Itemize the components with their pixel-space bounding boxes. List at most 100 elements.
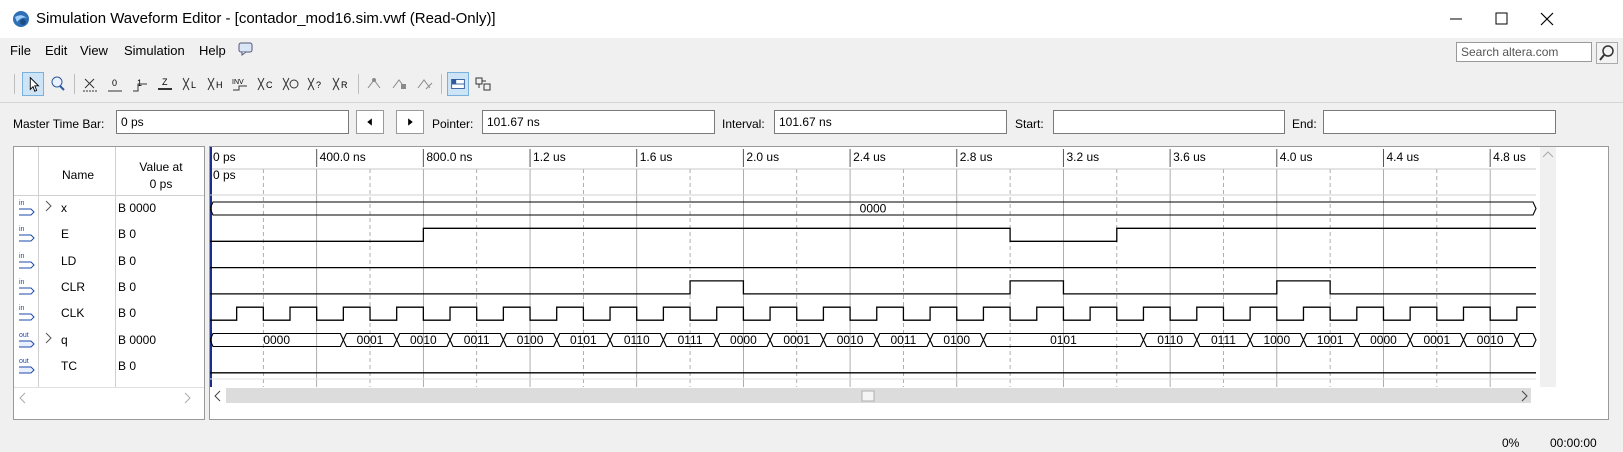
scroll-left-icon[interactable] [18, 391, 28, 405]
wave-q-value: 1000 [1263, 333, 1290, 347]
arbitrary-value-icon[interactable]: R [330, 72, 352, 96]
progress-percent: 0% [1502, 436, 1520, 450]
weak-high-icon[interactable]: H [205, 72, 227, 96]
invert-icon[interactable]: INV [230, 72, 252, 96]
horizontal-scrollbar[interactable] [226, 388, 1531, 403]
forcing-unknown-icon[interactable] [80, 72, 102, 96]
time-axis-label: 1.2 us [533, 150, 566, 164]
waveform-canvas[interactable]: 0 ps 400.0 ns 800.0 ns 1.2 us 1.6 us 2.0 us 2.… [210, 147, 1608, 419]
waveform-pane[interactable]: 0 ps 400.0 ns 800.0 ns 1.2 us 1.6 us 2.0 us 2.… [209, 146, 1609, 420]
time-axis-label: 3.2 us [1066, 150, 1099, 164]
signal-value: B 0 [118, 306, 137, 321]
svg-text:H: H [216, 80, 223, 90]
next-transition-icon[interactable] [396, 110, 424, 134]
maximize-icon[interactable] [1478, 6, 1524, 32]
wave-q-value: 0011 [464, 333, 490, 347]
signal-name: LD [61, 253, 77, 268]
expand-chevron-icon[interactable] [42, 330, 54, 346]
toolbar-separator [74, 74, 75, 94]
wave-q-value: 0010 [837, 333, 864, 347]
group-view-icon[interactable] [472, 72, 494, 96]
signal-row-tc[interactable]: out TC B 0 [14, 352, 205, 379]
expand-chevron-icon[interactable] [42, 198, 54, 214]
wave-q-value: 0011 [891, 333, 917, 347]
interval-label: Interval: [722, 117, 765, 131]
svg-text:L: L [191, 80, 196, 90]
svg-text:R: R [341, 80, 348, 90]
column-header-value[interactable]: Value at 0 ps [118, 159, 204, 193]
svg-text:Z: Z [162, 77, 168, 87]
toolbar-separator [358, 74, 359, 94]
previous-transition-icon[interactable] [356, 110, 384, 134]
signal-row-q[interactable]: out q B 0000 [14, 326, 205, 353]
menu-help[interactable]: Help [199, 43, 226, 58]
time-axis-label: 800.0 ns [426, 150, 472, 164]
search-input[interactable]: Search altera.com [1456, 42, 1592, 62]
time-axis-label: 4.4 us [1386, 150, 1419, 164]
wave-q-value: 0100 [517, 333, 544, 347]
signal-value: B 0 [118, 358, 137, 373]
grid-view-icon[interactable] [447, 72, 469, 96]
forcing-high-icon[interactable]: 1 [130, 72, 152, 96]
scroll-left-icon[interactable] [214, 390, 221, 402]
svg-text:in: in [19, 279, 25, 286]
svg-text:out: out [19, 358, 29, 365]
signal-row-clk[interactable]: in CLK B 0 [14, 299, 205, 326]
column-header-name[interactable]: Name [62, 168, 94, 182]
elapsed-time: 00:00:00 [1550, 436, 1597, 450]
vertical-scrollbar[interactable] [1540, 147, 1556, 387]
menu-simulation[interactable]: Simulation [124, 43, 185, 58]
input-pin-icon: in [19, 305, 35, 321]
wave-q-value: 0000 [263, 333, 290, 347]
minimize-icon[interactable] [1432, 6, 1478, 32]
menu-file[interactable]: File [10, 43, 31, 58]
random-values-icon[interactable]: ? [305, 72, 327, 96]
forcing-low-icon[interactable]: 0 [105, 72, 127, 96]
ungroup-icon[interactable] [414, 72, 436, 96]
time-axis-label: 3.6 us [1173, 150, 1206, 164]
wave-q-value: 0101 [1050, 333, 1077, 347]
high-impedance-icon[interactable]: Z [155, 72, 177, 96]
pointer-label: Pointer: [432, 117, 474, 131]
signal-row-ld[interactable]: in LD B 0 [14, 247, 205, 274]
search-icon[interactable] [1596, 42, 1618, 64]
menu-bar: File Edit View Simulation Help [0, 38, 1623, 66]
menu-view[interactable]: View [80, 43, 108, 58]
close-icon[interactable] [1524, 6, 1570, 32]
master-time-bar-label: 0 ps [213, 168, 236, 182]
input-pin-icon: in [19, 253, 35, 269]
toolbar-grip [14, 74, 15, 94]
signal-name: q [61, 332, 68, 347]
svg-text:C: C [266, 80, 273, 90]
feedback-icon[interactable] [238, 41, 254, 57]
pointer-field: 101.67 ns [482, 110, 715, 134]
scrollbar-thumb[interactable] [861, 390, 875, 402]
edit-group-icon[interactable] [389, 72, 411, 96]
signal-name: CLK [61, 306, 85, 321]
end-field[interactable] [1323, 110, 1556, 134]
signal-value: B 0000 [118, 201, 157, 215]
wave-clk [210, 306, 1536, 321]
signal-row-clr[interactable]: in CLR B 0 [14, 273, 205, 300]
signal-row-e[interactable]: in E B 0 [14, 220, 205, 247]
menu-edit[interactable]: Edit [45, 43, 67, 58]
zoom-tool-icon[interactable] [47, 72, 69, 96]
signal-name: E [61, 227, 70, 242]
selection-tool-icon[interactable] [22, 72, 44, 96]
svg-text:in: in [19, 200, 25, 207]
wave-q-value: 0100 [943, 333, 970, 347]
overwrite-clock-icon[interactable] [280, 72, 302, 96]
signal-row-x[interactable]: in x B 0000 [14, 194, 205, 221]
signal-name: TC [61, 358, 77, 373]
count-value-icon[interactable]: C [255, 72, 277, 96]
master-time-bar-field[interactable]: 0 ps [116, 110, 349, 134]
time-axis-label: 0 ps [213, 150, 236, 164]
scroll-right-icon[interactable] [182, 391, 192, 405]
time-axis-label: 2.0 us [746, 150, 779, 164]
wave-clr [210, 280, 1536, 295]
pane-scrollbar-track[interactable] [14, 387, 204, 388]
snap-to-grid-icon[interactable] [364, 72, 386, 96]
weak-low-icon[interactable]: L [180, 72, 202, 96]
start-field[interactable] [1053, 110, 1285, 134]
toolbar: 0 1 Z L H INV C ? R [0, 68, 1623, 103]
